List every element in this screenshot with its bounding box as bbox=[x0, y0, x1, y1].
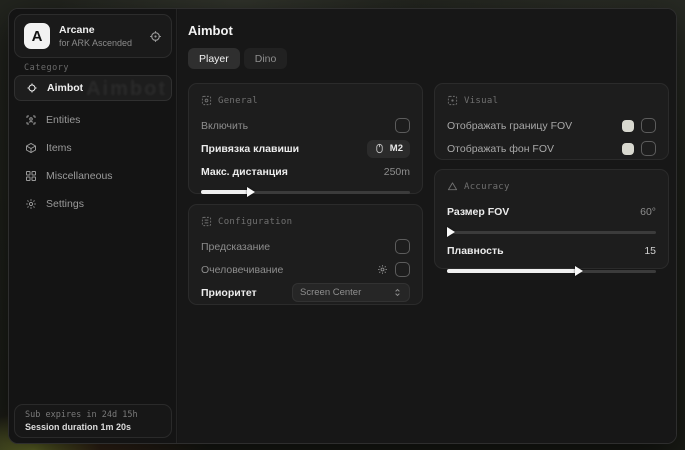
package-icon bbox=[24, 142, 37, 154]
category-label: Category bbox=[24, 63, 69, 73]
tab-dino[interactable]: Dino bbox=[244, 48, 288, 69]
card-accuracy: Accuracy Размер FOV 60° Плавность 15 bbox=[434, 169, 669, 269]
sidebar-item-label: Entities bbox=[46, 114, 80, 126]
app-logo: A bbox=[24, 23, 50, 49]
target-icon[interactable] bbox=[149, 30, 162, 43]
humanization-row: Очеловечивание bbox=[201, 259, 410, 280]
gear-icon bbox=[24, 198, 37, 210]
app-subtitle: for ARK Ascended bbox=[59, 38, 140, 48]
card-title: Accuracy bbox=[464, 182, 510, 192]
prediction-checkbox[interactable] bbox=[395, 239, 410, 254]
crosshair-icon bbox=[25, 82, 38, 94]
general-icon bbox=[201, 95, 212, 106]
priority-row: Приоритет Screen Center bbox=[201, 282, 410, 303]
sidebar: A Arcane for ARK Ascended Category Aimbo… bbox=[9, 9, 177, 443]
tab-player[interactable]: Player bbox=[188, 48, 240, 69]
sidebar-item-label: Settings bbox=[46, 198, 84, 210]
slider-track bbox=[447, 231, 656, 234]
keybind-label: Привязка клавиши bbox=[201, 143, 299, 155]
mouse-icon bbox=[374, 143, 385, 154]
fov-bg-label: Отображать фон FOV bbox=[447, 143, 554, 155]
distance-value: 250m bbox=[384, 166, 410, 178]
fov-size-value: 60° bbox=[640, 206, 656, 218]
card-configuration-header: Configuration bbox=[201, 216, 410, 227]
sidebar-item-label: Aimbot bbox=[47, 82, 83, 94]
slider-fill bbox=[447, 269, 577, 273]
keybind-value: M2 bbox=[390, 143, 403, 154]
configuration-icon bbox=[201, 216, 212, 227]
smoothness-value: 15 bbox=[644, 245, 656, 257]
scan-person-icon bbox=[24, 114, 37, 126]
keybind-button[interactable]: M2 bbox=[367, 140, 410, 158]
humanization-settings-icon[interactable] bbox=[377, 264, 388, 275]
slider-thumb[interactable] bbox=[447, 227, 455, 237]
fov-border-color-swatch[interactable] bbox=[622, 120, 634, 132]
card-configuration: Configuration Предсказание Очеловечивани… bbox=[188, 204, 423, 305]
humanization-controls bbox=[377, 262, 410, 277]
card-general-header: General bbox=[201, 95, 410, 106]
fov-bg-controls bbox=[622, 141, 656, 156]
ghost-decoration: Aimbot bbox=[86, 78, 167, 101]
distance-row: Макс. дистанция 250m bbox=[201, 161, 410, 182]
grid-icon bbox=[24, 170, 37, 182]
fov-bg-color-swatch[interactable] bbox=[622, 143, 634, 155]
humanization-checkbox[interactable] bbox=[395, 262, 410, 277]
slider-fill bbox=[201, 190, 249, 194]
fov-size-row: Размер FOV 60° bbox=[447, 201, 656, 222]
sidebar-item-label: Items bbox=[46, 142, 72, 154]
sidebar-item-entities[interactable]: Entities bbox=[14, 107, 172, 133]
card-title: Configuration bbox=[218, 217, 292, 227]
slider-thumb[interactable] bbox=[575, 266, 583, 276]
session-duration-text: Session duration 1m 20s bbox=[25, 422, 161, 432]
fov-border-controls bbox=[622, 118, 656, 133]
subscription-status: Sub expires in 24d 15h Session duration … bbox=[14, 404, 172, 438]
unfold-icon bbox=[393, 287, 402, 298]
card-visual: Visual Отображать границу FOV Отображать… bbox=[434, 83, 669, 160]
fov-border-label: Отображать границу FOV bbox=[447, 120, 572, 132]
sidebar-item-items[interactable]: Items bbox=[14, 135, 172, 161]
card-title: General bbox=[218, 96, 258, 106]
fov-border-row: Отображать границу FOV bbox=[447, 115, 656, 136]
priority-label: Приоритет bbox=[201, 287, 257, 299]
humanization-label: Очеловечивание bbox=[201, 264, 283, 276]
fov-border-checkbox[interactable] bbox=[641, 118, 656, 133]
tab-bar: Player Dino bbox=[188, 48, 287, 69]
keybind-row: Привязка клавиши M2 bbox=[201, 138, 410, 159]
smoothness-row: Плавность 15 bbox=[447, 240, 656, 261]
app-name: Arcane bbox=[59, 24, 140, 36]
card-visual-header: Visual bbox=[447, 95, 656, 106]
sidebar-item-aimbot[interactable]: Aimbot Aimbot bbox=[14, 75, 172, 101]
main-content: Aimbot Player Dino General Включить Прив… bbox=[178, 9, 676, 443]
smoothness-slider[interactable] bbox=[447, 265, 656, 277]
distance-label: Макс. дистанция bbox=[201, 166, 288, 178]
fov-bg-checkbox[interactable] bbox=[641, 141, 656, 156]
distance-slider[interactable] bbox=[201, 186, 410, 198]
app-window: A Arcane for ARK Ascended Category Aimbo… bbox=[8, 8, 677, 444]
card-title: Visual bbox=[464, 96, 498, 106]
card-accuracy-header: Accuracy bbox=[447, 181, 656, 192]
smoothness-label: Плавность bbox=[447, 245, 504, 257]
card-general: General Включить Привязка клавиши M2 bbox=[188, 83, 423, 194]
enable-row: Включить bbox=[201, 115, 410, 136]
sidebar-item-label: Miscellaneous bbox=[46, 170, 113, 182]
sidebar-item-miscellaneous[interactable]: Miscellaneous bbox=[14, 163, 172, 189]
prediction-row: Предсказание bbox=[201, 236, 410, 257]
app-header: A Arcane for ARK Ascended bbox=[14, 14, 172, 58]
priority-value: Screen Center bbox=[300, 287, 361, 298]
fov-size-label: Размер FOV bbox=[447, 206, 509, 218]
fov-size-slider[interactable] bbox=[447, 226, 656, 238]
fov-bg-row: Отображать фон FOV bbox=[447, 138, 656, 159]
visual-icon bbox=[447, 95, 458, 106]
sub-expires-text: Sub expires in 24d 15h bbox=[25, 410, 161, 420]
sidebar-item-settings[interactable]: Settings bbox=[14, 191, 172, 217]
prediction-label: Предсказание bbox=[201, 241, 270, 253]
slider-thumb[interactable] bbox=[247, 187, 255, 197]
enable-checkbox[interactable] bbox=[395, 118, 410, 133]
app-title-block: Arcane for ARK Ascended bbox=[59, 24, 140, 48]
page-title: Aimbot bbox=[188, 23, 233, 38]
enable-label: Включить bbox=[201, 120, 248, 132]
priority-dropdown[interactable]: Screen Center bbox=[292, 283, 410, 302]
accuracy-icon bbox=[447, 181, 458, 192]
